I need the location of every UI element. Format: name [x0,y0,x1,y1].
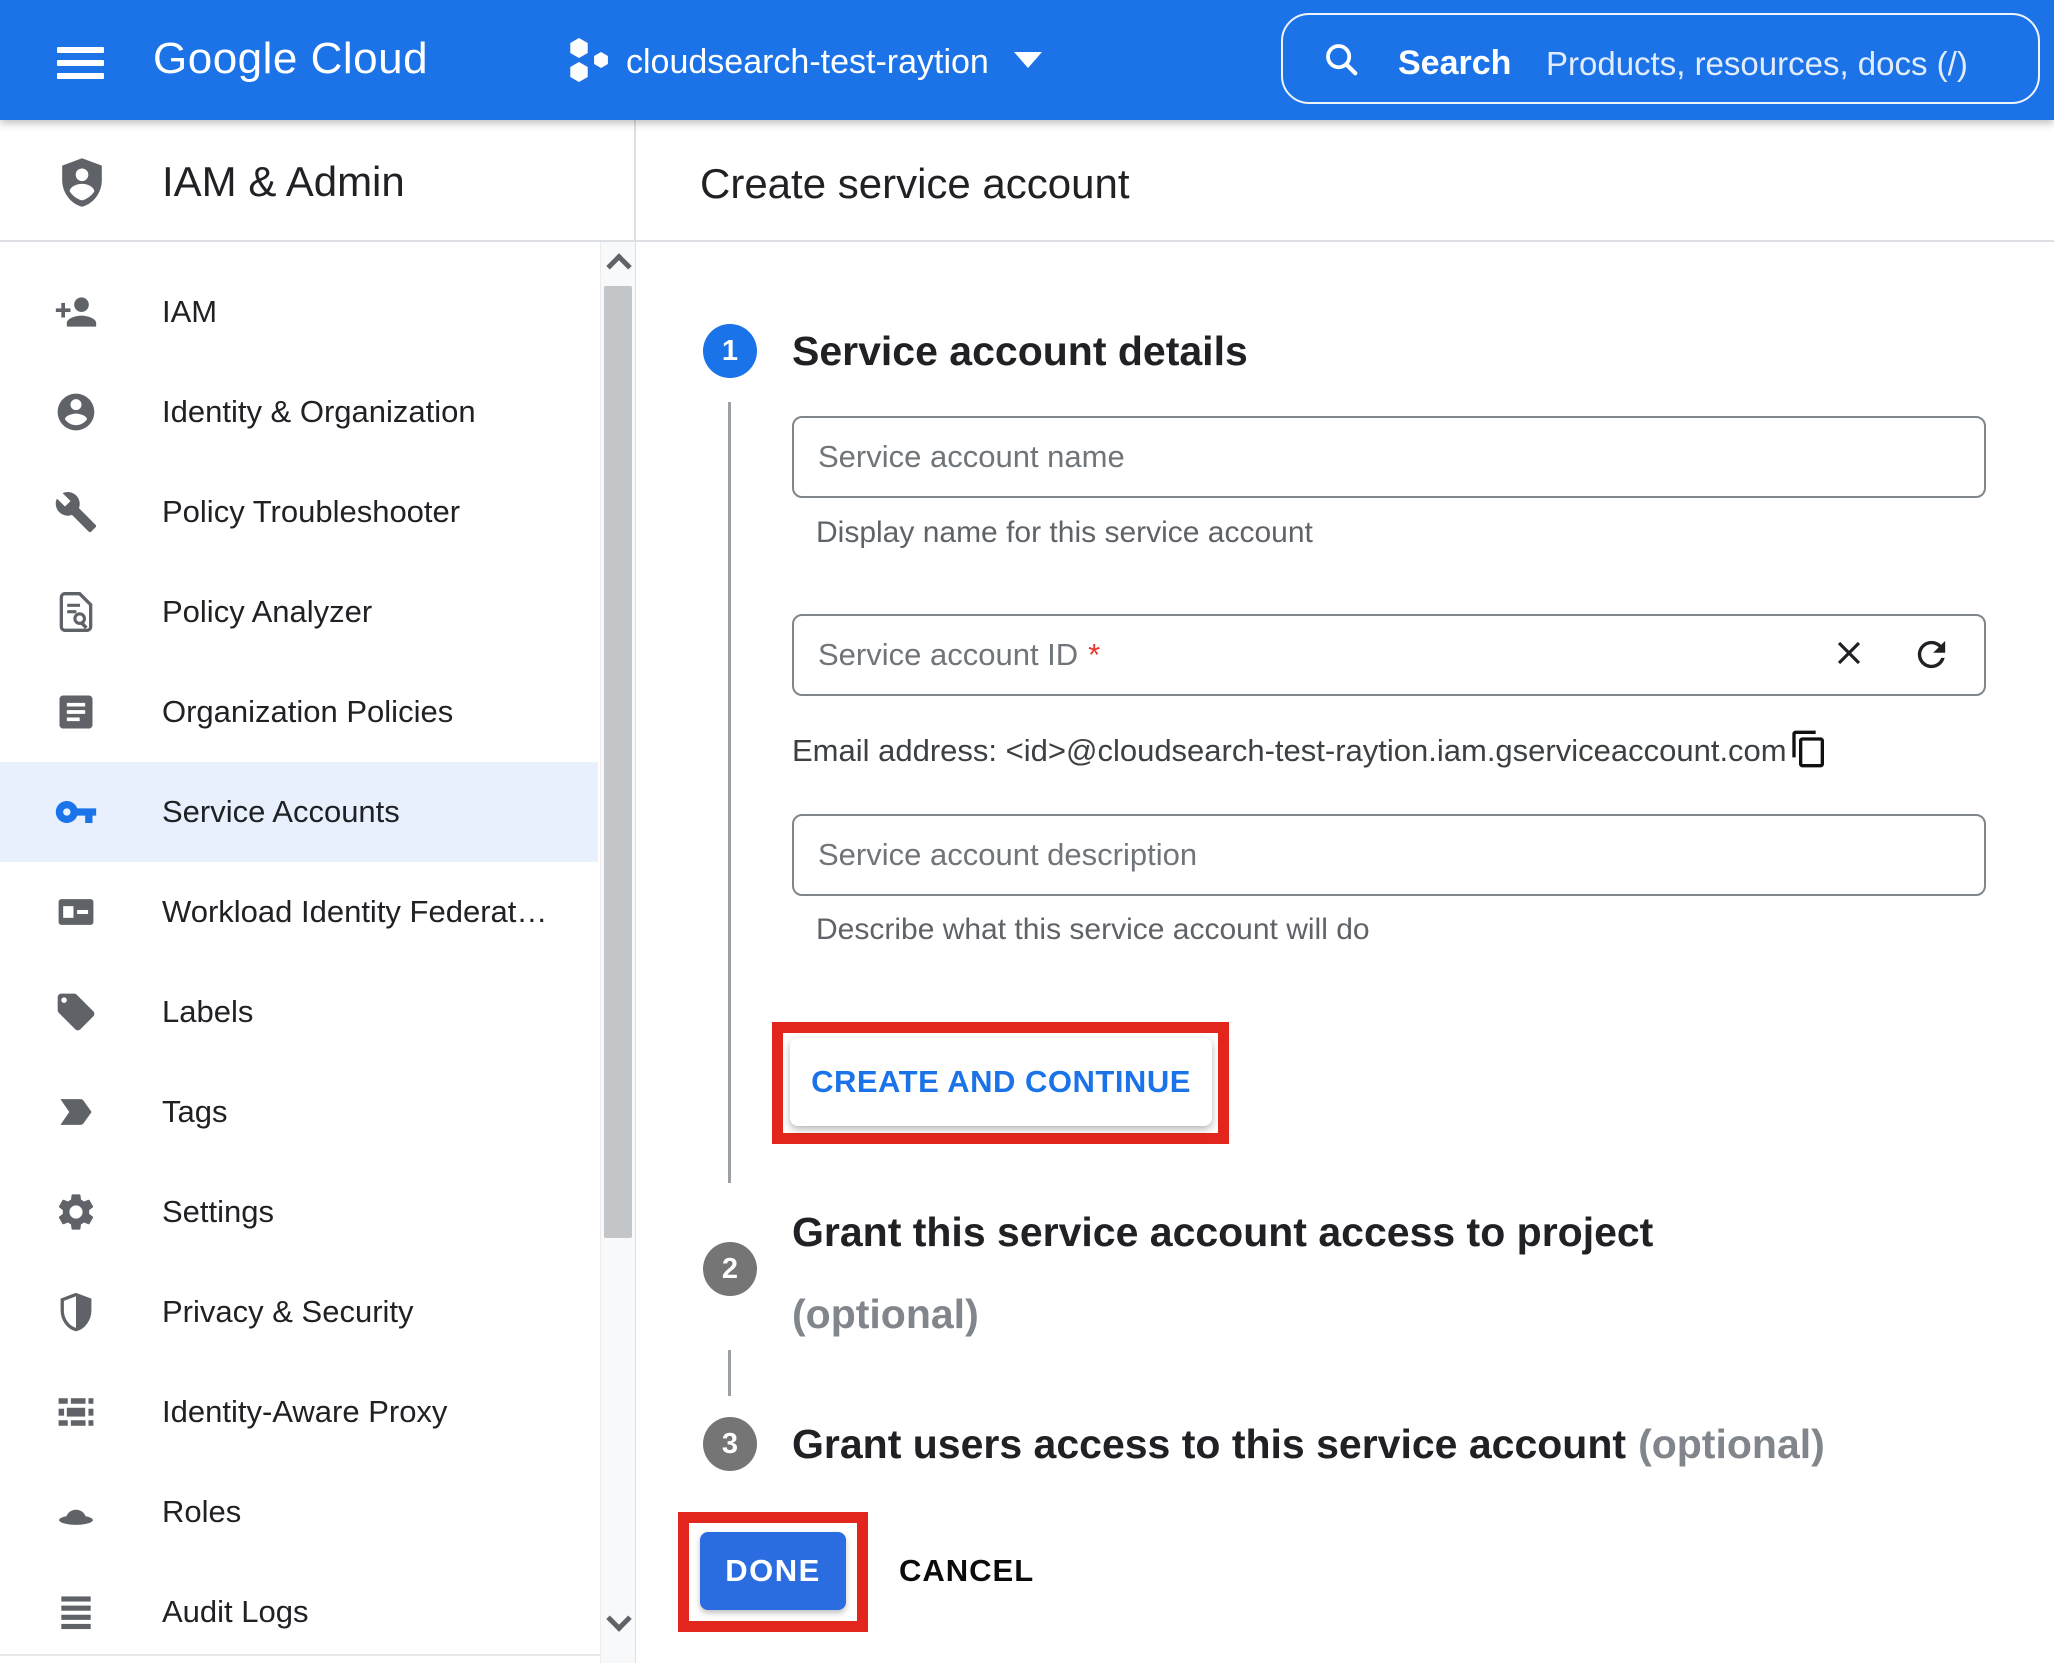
email-note: Email address: <id>@cloudsearch-test-ray… [792,732,1787,770]
description-helper-text: Describe what this service account will … [816,912,1370,948]
sidebar-item-tags[interactable]: Tags [0,1062,598,1162]
sidebar-scrollbar[interactable] [600,242,635,1663]
step-2-title: Grant this service account access to pro… [792,1197,1653,1349]
logs-icon [54,1590,98,1634]
iam-admin-shield-icon [54,152,110,212]
name-helper-text: Display name for this service account [816,515,1313,551]
stepper-connector-2 [728,1350,731,1396]
sidebar-title: IAM & Admin [162,156,405,208]
sidebar-item-policy-troubleshooter[interactable]: Policy Troubleshooter [0,462,598,562]
step-2-indicator: 2 [703,1242,757,1296]
step-1-title: Service account details [792,316,1248,386]
wrench-icon [54,490,98,534]
iap-icon [54,1390,98,1434]
scroll-down-icon[interactable] [606,1606,631,1631]
scroll-up-icon[interactable] [606,253,631,278]
step-3-optional-label: (optional) [1638,1421,1825,1467]
copy-icon[interactable] [1789,728,1829,770]
sidebar-item-settings[interactable]: Settings [0,1162,598,1262]
sidebar-item-iam[interactable]: IAM [0,262,598,362]
cancel-button[interactable]: CANCEL [899,1551,1034,1591]
sidebar-item-policy-analyzer[interactable]: Policy Analyzer [0,562,598,662]
service-account-name-placeholder: Service account name [818,439,1125,475]
sidebar-item-identity-organization[interactable]: Identity & Organization [0,362,598,462]
sidebar-item-identity-aware-proxy[interactable]: Identity-Aware Proxy [0,1362,598,1462]
google-cloud-console: Google Cloud cloudsearch-test-raytion Se… [0,0,2054,1663]
refresh-icon[interactable] [1911,634,1952,675]
scrollbar-thumb[interactable] [604,286,632,1238]
person-add-icon [54,290,98,334]
step-3-title: Grant users access to this service accou… [792,1409,1825,1479]
sidebar-item-service-accounts[interactable]: Service Accounts [0,762,598,862]
label-icon [54,990,98,1034]
gear-icon [54,1190,98,1234]
step-1-indicator: 1 [703,324,757,378]
create-and-continue-button[interactable]: CREATE AND CONTINUE [790,1038,1212,1126]
sidebar-item-audit-logs[interactable]: Audit Logs [0,1562,598,1662]
project-selector[interactable]: cloudsearch-test-raytion [626,42,989,82]
hamburger-menu-icon[interactable] [57,47,104,80]
clear-icon[interactable] [1830,634,1868,672]
service-account-description-input[interactable]: Service account description [792,814,1986,896]
policy-analyzer-icon [54,590,98,634]
google-cloud-logo: Google Cloud [153,33,428,85]
step-3-title-text: Grant users access to this service accou… [792,1421,1626,1467]
identity-icon [54,390,98,434]
sidebar-item-privacy-security[interactable]: Privacy & Security [0,1262,598,1362]
tag-icon [54,1090,98,1134]
key-icon [54,790,98,834]
project-hexagons-icon [566,36,614,84]
search-label: Search [1398,44,1511,83]
step-2-optional-label: (optional) [792,1279,1653,1349]
sidebar-nav: IAM Identity & Organization Policy Troub… [0,242,600,1662]
stepper-connector-1 [728,402,731,1183]
sidebar-item-roles[interactable]: Roles [0,1462,598,1562]
search-icon[interactable] [1322,40,1360,78]
service-account-id-placeholder: Service account ID [818,637,1078,673]
step-3-indicator: 3 [703,1417,757,1471]
sidebar-item-workload-identity-federation[interactable]: Workload Identity Federat… [0,862,598,962]
service-account-id-input[interactable]: Service account ID * [792,614,1986,696]
card-icon [54,890,98,934]
chevron-down-icon[interactable] [1014,52,1042,68]
service-account-description-placeholder: Service account description [818,837,1197,873]
service-account-name-input[interactable]: Service account name [792,416,1986,498]
sidebar-item-labels[interactable]: Labels [0,962,598,1062]
article-icon [54,690,98,734]
shield-half-icon [54,1290,98,1334]
hat-icon [54,1490,98,1534]
sidebar-item-organization-policies[interactable]: Organization Policies [0,662,598,762]
required-asterisk: * [1088,637,1100,673]
page-title: Create service account [700,158,1130,210]
search-placeholder: Products, resources, docs (/) [1546,45,1968,83]
step-2-title-text: Grant this service account access to pro… [792,1197,1653,1267]
top-bar: Google Cloud cloudsearch-test-raytion Se… [0,0,2054,120]
done-button[interactable]: DONE [700,1532,846,1610]
